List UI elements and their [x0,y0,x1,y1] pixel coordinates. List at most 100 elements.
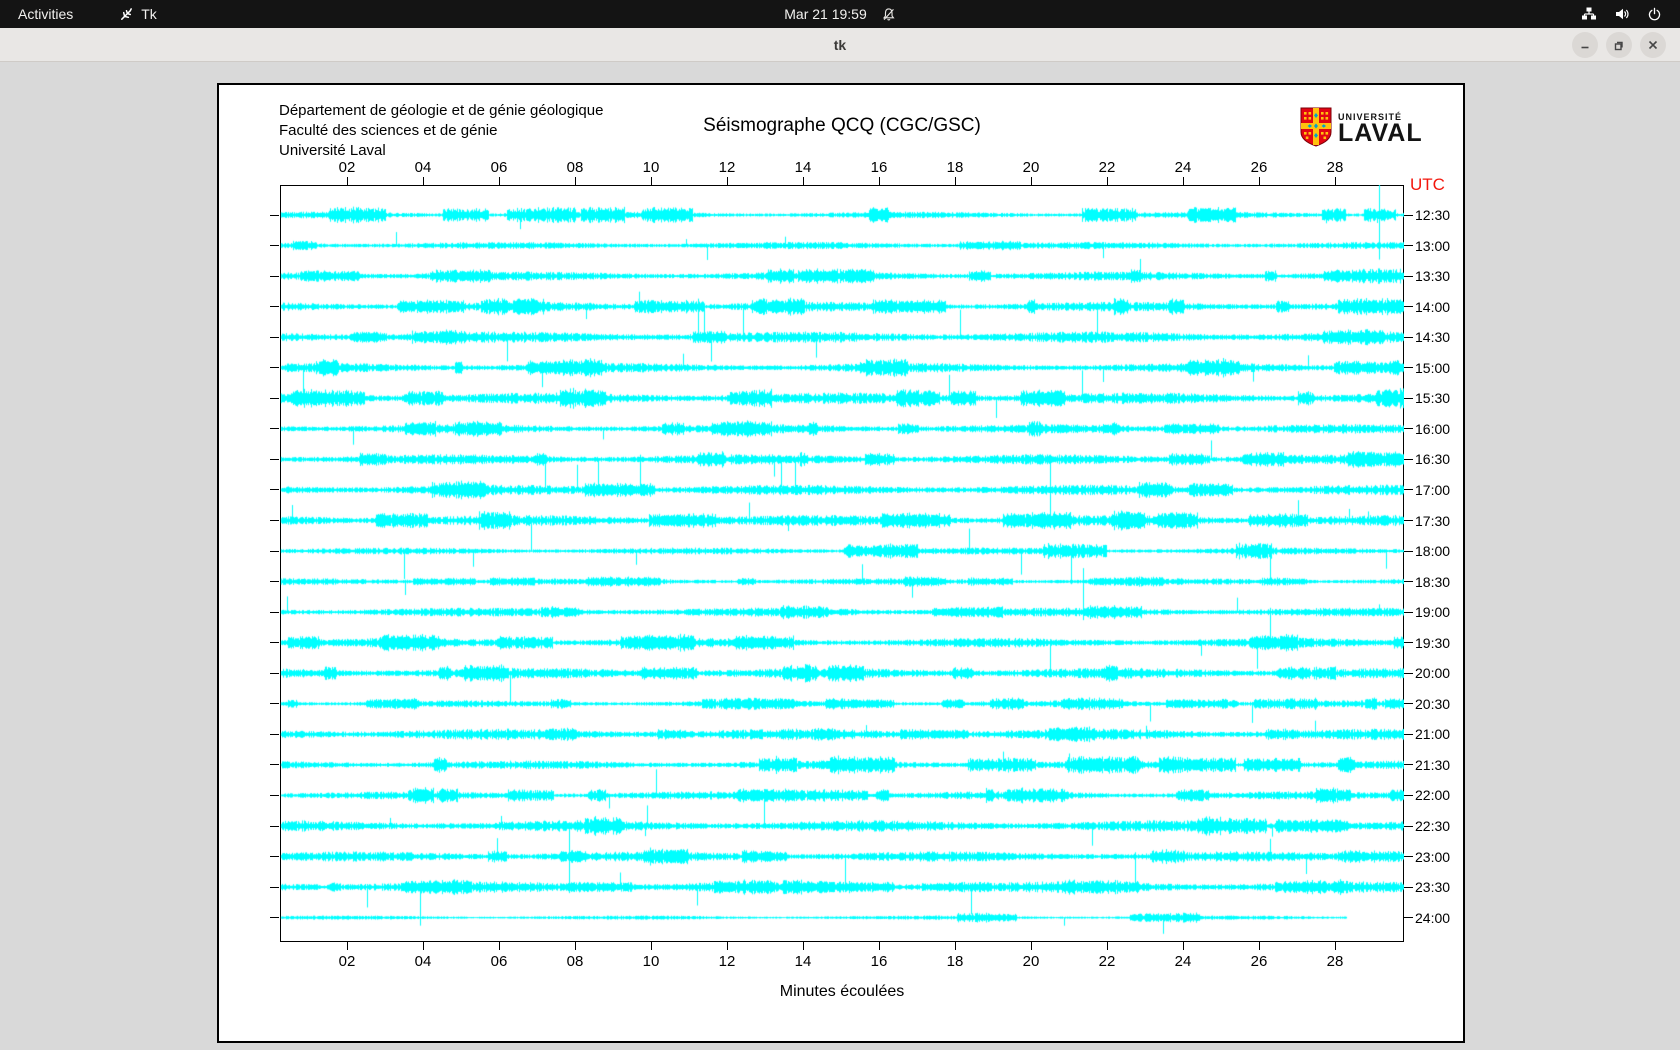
x-tick-mark [726,942,728,950]
universite-laval-logo: UNIVERSITÉ LAVAL [1300,107,1423,152]
y-tick-mark-right [1404,306,1413,308]
x-tick-mark [1030,942,1032,950]
y-tick-mark-right [1404,550,1413,552]
utc-time-label: 14:00 [1415,298,1451,315]
y-tick-mark-right [1404,336,1413,338]
seismogram-traces-canvas [280,185,1404,942]
y-tick-mark-left [270,825,279,827]
utc-time-label: 17:30 [1415,512,1451,529]
y-tick-mark-right [1404,733,1413,735]
utc-time-label: 21:00 [1415,726,1451,743]
y-tick-mark-left [270,275,279,277]
x-tick-mark [346,177,348,185]
window-title: tk [833,37,847,53]
x-tick-label: 26 [1250,159,1268,176]
x-tick-label: 08 [566,159,584,176]
x-tick-mark [1182,942,1184,950]
y-tick-mark-right [1404,825,1413,827]
tk-app-icon [119,7,134,22]
x-tick-label: 14 [794,953,812,970]
y-tick-mark-right [1404,764,1413,766]
utc-time-label: 23:30 [1415,879,1451,896]
utc-time-label: 15:30 [1415,390,1451,407]
focused-app-indicator[interactable]: Tk [119,0,157,28]
y-tick-mark-right [1404,672,1413,674]
x-tick-mark [650,177,652,185]
minimize-button[interactable] [1572,32,1598,58]
x-tick-mark [1258,942,1260,950]
window-titlebar[interactable]: tk [0,28,1680,62]
seismograph-figure: Département de géologie et de génie géol… [217,83,1465,1043]
x-tick-label: 28 [1326,159,1344,176]
laval-logo-text: UNIVERSITÉ LAVAL [1338,107,1423,147]
y-tick-mark-left [270,611,279,613]
utc-time-label: 15:00 [1415,359,1451,376]
utc-time-label: 16:30 [1415,451,1451,468]
utc-time-label: 18:00 [1415,543,1451,560]
x-tick-label: 24 [1174,159,1192,176]
x-tick-mark [878,177,880,185]
close-button[interactable] [1640,32,1666,58]
y-tick-mark-left [270,397,279,399]
volume-icon [1614,6,1630,22]
x-tick-mark [802,177,804,185]
y-tick-mark-right [1404,642,1413,644]
y-tick-mark-left [270,489,279,491]
x-tick-label: 10 [642,953,660,970]
y-tick-mark-left [270,520,279,521]
x-tick-label: 22 [1098,953,1116,970]
y-tick-mark-right [1404,856,1413,858]
x-tick-label: 14 [794,159,812,176]
focused-app-name: Tk [141,6,157,22]
clock-menu[interactable]: Mar 21 19:59 [784,0,896,28]
y-tick-mark-right [1404,520,1413,521]
laval-shield-icon [1300,107,1332,152]
window-controls [1572,32,1666,58]
x-tick-label: 16 [870,159,888,176]
y-tick-mark-right [1404,214,1413,216]
utc-time-label: 19:00 [1415,604,1451,621]
x-tick-mark [498,942,500,950]
utc-time-label: 23:00 [1415,848,1451,865]
utc-time-label: 16:00 [1415,420,1451,437]
x-tick-label: 18 [946,953,964,970]
y-tick-mark-right [1404,611,1413,613]
gnome-top-bar: Activities Tk Mar 21 19:59 [0,0,1680,28]
x-tick-mark [954,942,956,950]
y-tick-mark-left [270,428,279,430]
utc-time-label: 24:00 [1415,909,1451,926]
maximize-button[interactable] [1606,32,1632,58]
notifications-muted-icon [881,7,896,22]
x-tick-mark [878,942,880,950]
x-tick-label: 10 [642,159,660,176]
x-tick-mark [954,177,956,185]
utc-time-label: 22:30 [1415,818,1451,834]
laval-logo-line2: LAVAL [1338,119,1423,147]
y-tick-mark-left [270,214,279,216]
y-tick-mark-left [270,703,279,705]
y-tick-mark-right [1404,703,1413,705]
x-tick-label: 06 [490,159,508,176]
x-tick-label: 22 [1098,159,1116,176]
x-tick-label: 16 [870,953,888,970]
x-tick-label: 04 [414,159,432,176]
x-tick-label: 12 [718,953,736,970]
activities-button[interactable]: Activities [0,0,91,28]
y-tick-mark-left [270,550,279,552]
y-tick-mark-left [270,794,279,796]
x-tick-label: 02 [338,159,356,176]
utc-time-label: 22:00 [1415,787,1451,804]
utc-time-label: 21:30 [1415,756,1451,773]
x-tick-mark [802,942,804,950]
x-tick-label: 24 [1174,953,1192,970]
top-bar-left: Activities Tk [0,0,157,28]
system-status-area[interactable] [1581,0,1680,28]
x-tick-mark [1030,177,1032,185]
utc-time-label: 17:00 [1415,481,1451,498]
y-tick-mark-left [270,367,279,369]
x-tick-mark [1334,177,1336,185]
x-tick-label: 06 [490,953,508,970]
x-tick-label: 26 [1250,953,1268,970]
figure-title: Séismographe QCQ (CGC/GSC) [703,115,981,136]
y-tick-mark-right [1404,581,1413,583]
